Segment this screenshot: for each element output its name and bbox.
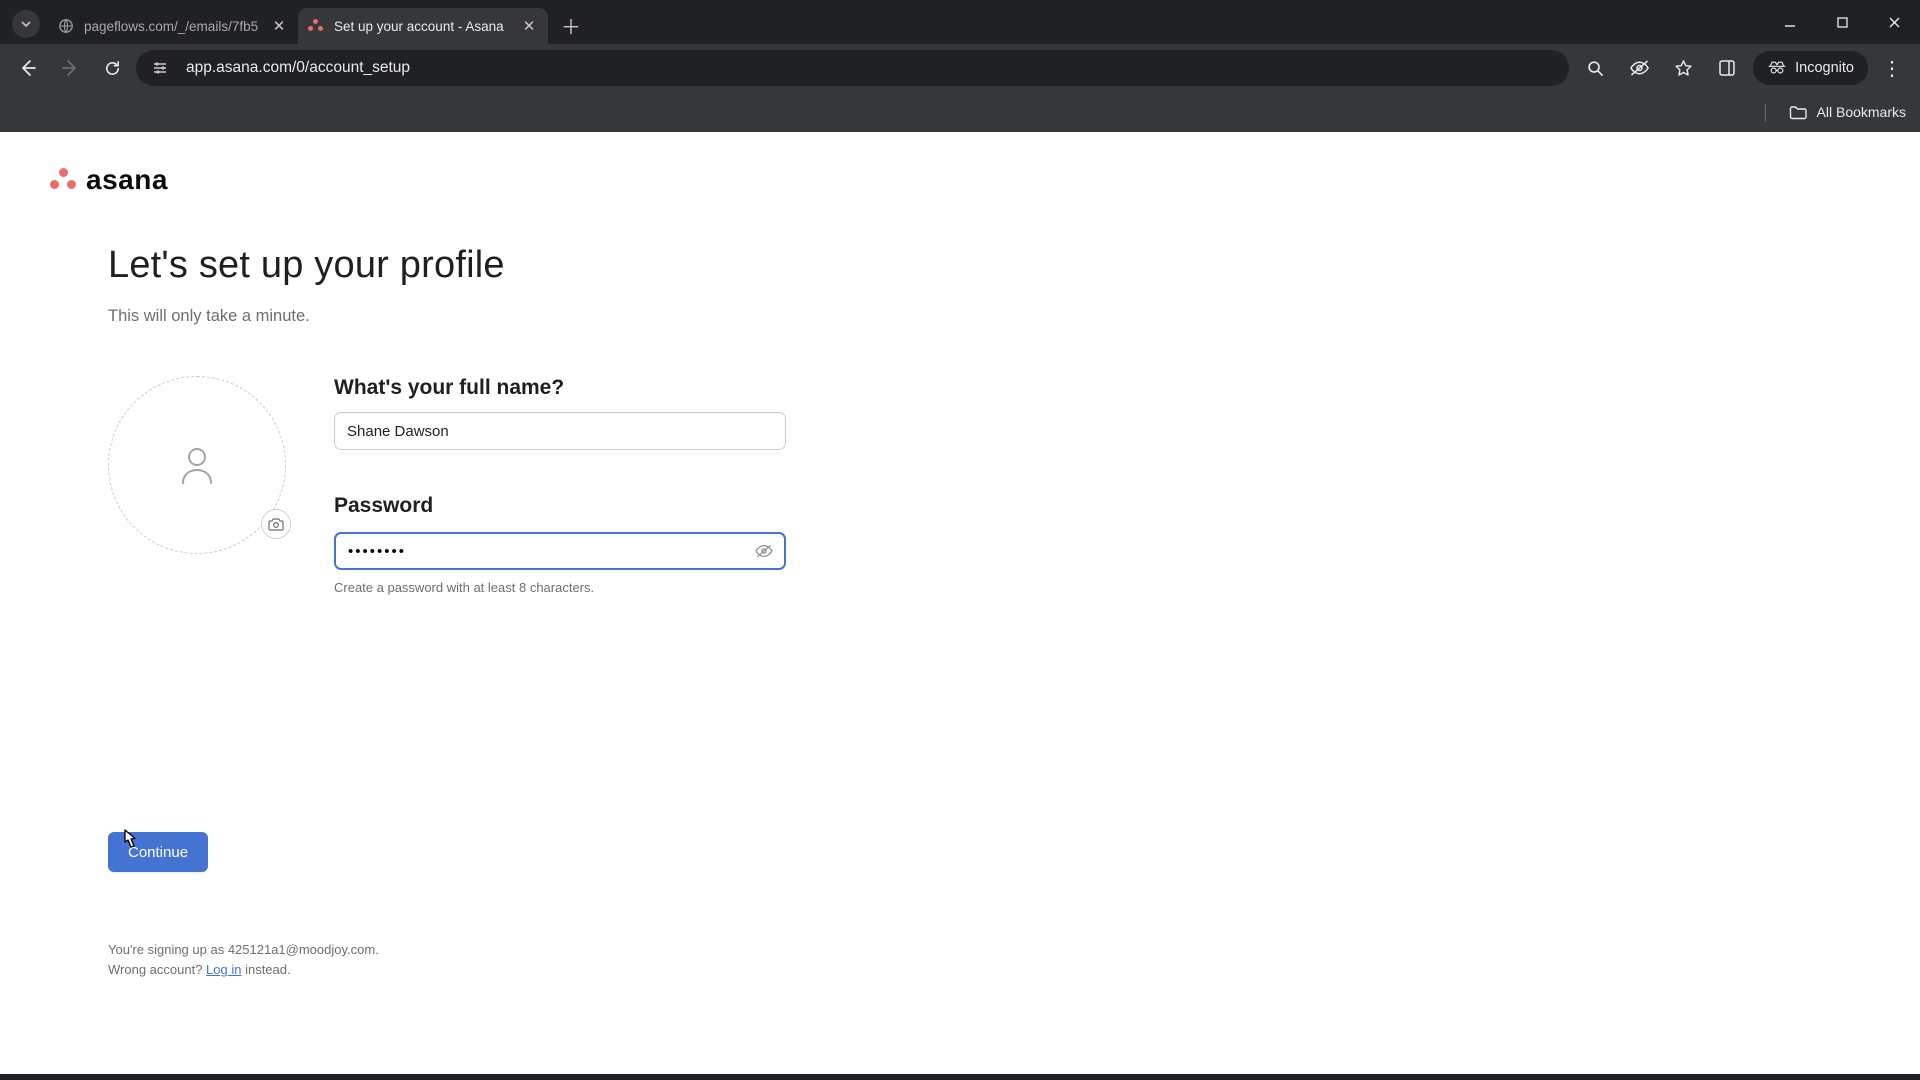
full-name-input-wrapper (334, 412, 786, 450)
bookmarks-separator: │ (1762, 104, 1771, 120)
new-tab-button[interactable]: ＋ (556, 10, 586, 40)
asana-logo: asana (50, 164, 168, 196)
incognito-icon (1767, 61, 1787, 75)
asana-favicon (308, 18, 324, 34)
signup-footer: You're signing up as 425121a1@moodjoy.co… (108, 940, 379, 980)
nav-reload-button[interactable] (94, 50, 130, 86)
footer-line1-prefix: You're signing up as (108, 942, 228, 957)
tabs-search-button[interactable] (12, 10, 40, 38)
window-minimize-button[interactable] (1764, 0, 1816, 44)
tab-title: pageflows.com/_/emails/7fb5 (84, 19, 260, 34)
password-input-wrapper (334, 532, 786, 570)
tracking-blocked-button[interactable] (1619, 50, 1659, 86)
login-link[interactable]: Log in (206, 962, 241, 977)
window-controls (1764, 0, 1920, 44)
browser-toolbar: app.asana.com/0/account_setup Incognito … (0, 44, 1920, 92)
bookmarks-bar: │ All Bookmarks (0, 92, 1920, 132)
camera-icon (268, 517, 284, 531)
footer-line2-suffix: instead. (241, 962, 290, 977)
incognito-label: Incognito (1795, 60, 1854, 76)
tab-close-button[interactable]: ✕ (520, 17, 538, 35)
browser-tab-inactive[interactable]: pageflows.com/_/emails/7fb5 ✕ (48, 8, 298, 44)
window-bottom-edge (0, 1074, 1920, 1080)
window-close-button[interactable] (1868, 0, 1920, 44)
eye-off-icon (754, 543, 774, 559)
browser-menu-button[interactable]: ⋮ (1874, 56, 1910, 81)
password-hint: Create a password with at least 8 charac… (334, 580, 794, 595)
profile-setup-section: Let's set up your profile This will only… (108, 244, 908, 595)
all-bookmarks-link[interactable]: All Bookmarks (1817, 104, 1906, 120)
browser-tab-active[interactable]: Set up your account - Asana ✕ (298, 8, 548, 44)
address-bar-url: app.asana.com/0/account_setup (186, 59, 1555, 77)
page-subheading: This will only take a minute. (108, 307, 908, 326)
footer-line2-prefix: Wrong account? (108, 962, 206, 977)
footer-line1-suffix: . (375, 942, 379, 957)
toolbar-right: Incognito ⋮ (1575, 50, 1910, 86)
user-icon (180, 446, 214, 484)
zoom-search-button[interactable] (1575, 50, 1615, 86)
page-viewport: asana Let's set up your profile This wil… (0, 132, 1920, 1074)
bookmark-star-button[interactable] (1663, 50, 1703, 86)
continue-button-label: Continue (128, 844, 188, 861)
folder-icon (1789, 105, 1807, 120)
tab-title: Set up your account - Asana (334, 19, 510, 34)
panel-icon (1718, 59, 1736, 77)
reload-icon (103, 59, 122, 78)
page-heading: Let's set up your profile (108, 244, 908, 287)
window-maximize-button[interactable] (1816, 0, 1868, 44)
nav-forward-button[interactable] (52, 50, 88, 86)
password-visibility-toggle[interactable] (754, 543, 774, 559)
asana-logo-icon (50, 168, 76, 192)
footer-email: 425121a1@moodjoy.com (228, 942, 375, 957)
star-icon (1674, 59, 1693, 78)
browser-tabstrip: pageflows.com/_/emails/7fb5 ✕ Set up you… (0, 0, 1920, 44)
address-bar[interactable]: app.asana.com/0/account_setup (136, 50, 1569, 86)
globe-icon (58, 18, 74, 34)
password-input[interactable] (348, 543, 772, 560)
magnifier-icon (1586, 59, 1605, 78)
sidepanel-button[interactable] (1707, 50, 1747, 86)
chevron-down-icon (20, 18, 32, 30)
eye-off-icon (1629, 59, 1650, 77)
tab-close-button[interactable]: ✕ (270, 17, 288, 35)
asana-wordmark: asana (86, 164, 168, 196)
continue-button[interactable]: Continue (108, 832, 208, 872)
full-name-input[interactable] (347, 423, 773, 440)
avatar-camera-button[interactable] (261, 509, 291, 539)
arrow-right-icon (60, 58, 80, 78)
avatar-upload[interactable] (108, 376, 286, 554)
incognito-indicator[interactable]: Incognito (1753, 51, 1868, 85)
arrow-left-icon (18, 58, 38, 78)
password-label: Password (334, 494, 794, 518)
site-settings-icon[interactable] (150, 60, 170, 76)
full-name-label: What's your full name? (334, 376, 794, 400)
nav-back-button[interactable] (10, 50, 46, 86)
